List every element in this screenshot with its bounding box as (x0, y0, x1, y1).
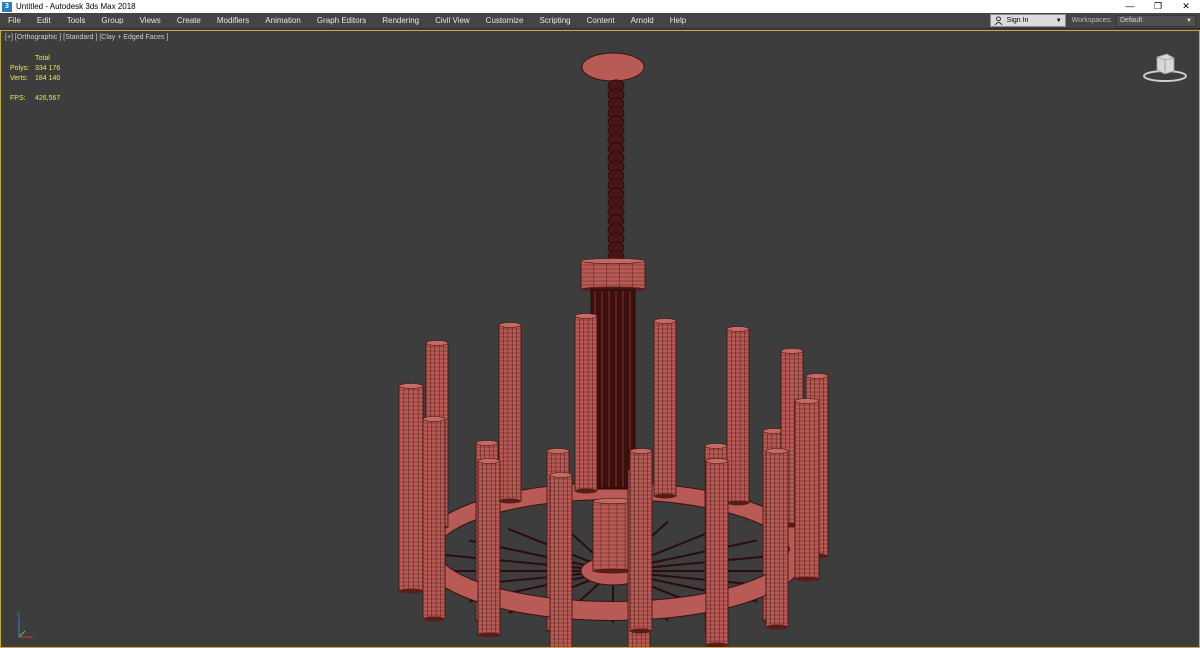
menu-rendering[interactable]: Rendering (374, 13, 427, 29)
stem-rods (590, 288, 636, 490)
menu-arnold[interactable]: Arnold (623, 13, 662, 29)
chevron-down-icon: ▼ (1186, 17, 1192, 24)
menu-file[interactable]: File (0, 13, 29, 29)
menu-right-group: Sign In ▼ Workspaces: Default ▼ (989, 13, 1200, 29)
svg-text:z: z (17, 612, 20, 618)
menu-tools[interactable]: Tools (59, 13, 94, 29)
viewport-statistics: Total Polys: 334 176 Verts: 184 140 FPS: 42… (10, 54, 60, 104)
candle-sleeve-front (705, 458, 729, 647)
candle-sleeve-front (549, 472, 573, 647)
menu-animation[interactable]: Animation (257, 13, 309, 29)
polys-label: Polys: (10, 65, 30, 72)
close-button[interactable]: ✕ (1172, 0, 1200, 13)
perspective-viewport[interactable]: [+] [Orthographic ] [Standard ] [Clay + … (0, 30, 1200, 648)
candle-sleeve (653, 318, 677, 499)
candle-sleeve-front (765, 448, 789, 630)
restore-button[interactable]: ❐ (1144, 0, 1172, 13)
chandelier-model[interactable] (1, 31, 1199, 647)
menu-modifiers[interactable]: Modifiers (209, 13, 257, 29)
menu-civil-view[interactable]: Civil View (427, 13, 478, 29)
menu-views[interactable]: Views (132, 13, 169, 29)
stem-cap (580, 258, 646, 292)
chevron-down-icon: ▼ (1055, 17, 1062, 24)
menu-create[interactable]: Create (169, 13, 209, 29)
verts-label: Verts: (10, 75, 28, 82)
fps-label: FPS: (10, 95, 26, 102)
viewport-label[interactable]: [+] [Orthographic ] [Standard ] [Clay + … (5, 34, 168, 41)
user-icon (994, 16, 1003, 25)
sign-in-label: Sign In (1006, 17, 1029, 24)
fps-value: 426,567 (35, 95, 61, 102)
candle-sleeve (726, 326, 750, 506)
canopy (581, 52, 645, 82)
menu-bar: File Edit Tools Group Views Create Modif… (0, 13, 1200, 29)
workspaces-label: Workspaces: (1071, 17, 1112, 24)
workspace-value: Default (1120, 17, 1143, 24)
center-column (592, 498, 634, 574)
candle-sleeve-front (794, 398, 820, 582)
window-title: Untitled - Autodesk 3ds Max 2018 (16, 2, 136, 11)
menu-content[interactable]: Content (579, 13, 623, 29)
candle-sleeve-front (398, 383, 424, 594)
menu-edit[interactable]: Edit (29, 13, 59, 29)
app-icon: 3 (2, 1, 12, 12)
title-bar: 3 Untitled - Autodesk 3ds Max 2018 — ❐ ✕ (0, 0, 1200, 13)
candle-sleeve-front (629, 448, 653, 634)
menu-customize[interactable]: Customize (478, 13, 532, 29)
candle-sleeve-front (422, 416, 446, 622)
viewcube-icon[interactable] (1141, 49, 1189, 85)
candle-sleeve-front (477, 458, 501, 638)
menu-scripting[interactable]: Scripting (531, 13, 578, 29)
verts-value: 184 140 (35, 75, 61, 82)
axis-gizmo-icon: z (17, 612, 33, 638)
menu-graph-editors[interactable]: Graph Editors (309, 13, 374, 29)
menu-help[interactable]: Help (662, 13, 694, 29)
polys-value: 334 176 (35, 65, 61, 72)
stats-header: Total (35, 55, 50, 62)
candle-sleeve (498, 322, 522, 504)
sign-in-button[interactable]: Sign In ▼ (989, 14, 1066, 27)
candle-sleeve (574, 313, 598, 494)
menu-group[interactable]: Group (93, 13, 131, 29)
workspace-dropdown[interactable]: Default ▼ (1116, 14, 1196, 27)
minimize-button[interactable]: — (1116, 0, 1144, 13)
